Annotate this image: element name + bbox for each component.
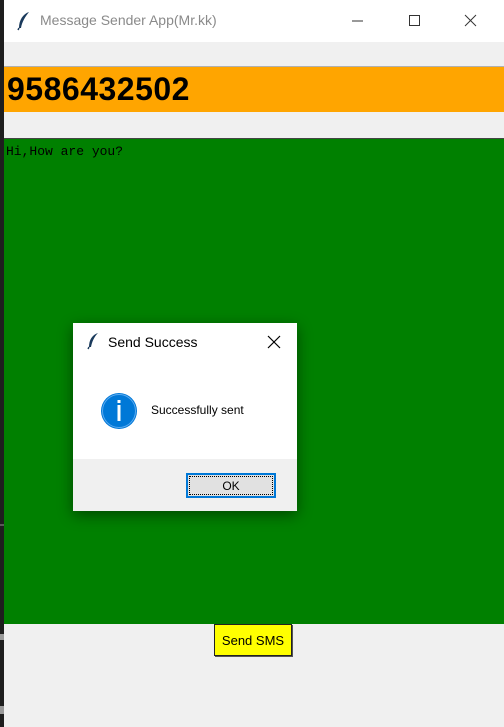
send-sms-button[interactable]: Send SMS [214,624,292,656]
window-title: Message Sender App(Mr.kk) [40,12,217,28]
send-success-dialog: Send Success Successfully sent OK [73,323,297,511]
ok-button[interactable]: OK [186,473,276,498]
maximize-button[interactable] [392,0,438,42]
dialog-footer: OK [73,459,297,511]
title-bar: Message Sender App(Mr.kk) [4,0,504,42]
dialog-close-icon[interactable] [265,333,283,351]
feather-icon [17,12,29,31]
close-button[interactable] [448,0,494,42]
phone-number-value: 9586432502 [7,71,190,107]
ok-label: OK [222,478,240,493]
minimize-button[interactable] [334,0,380,42]
dialog-message: Successfully sent [151,403,244,417]
phone-number-input[interactable]: 9586432502 [4,66,504,112]
message-text: Hi,How are you? [6,144,124,159]
info-icon [101,393,137,429]
dialog-title: Send Success [108,334,198,350]
feather-icon [87,333,98,350]
